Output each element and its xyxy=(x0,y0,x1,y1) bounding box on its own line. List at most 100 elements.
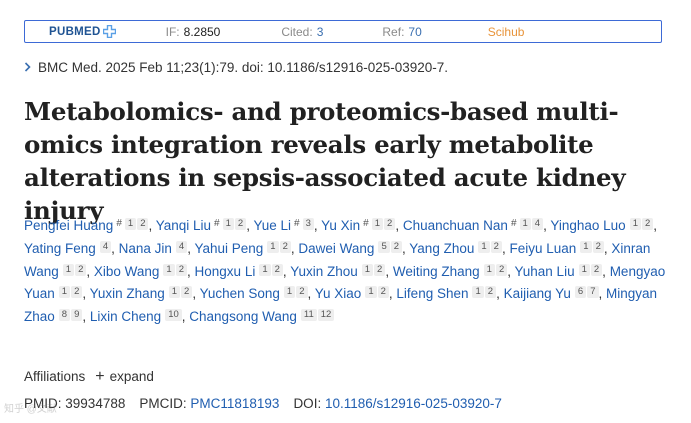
author-name-link[interactable]: Yuxin Zhou xyxy=(290,264,358,279)
affiliation-ref-badge[interactable]: 1 xyxy=(371,218,384,230)
affiliation-ref-badge[interactable]: 10 xyxy=(165,309,182,322)
author-affiliation-refs: 12 xyxy=(578,263,603,276)
author-name-link[interactable]: Weiting Zhang xyxy=(393,264,480,279)
affiliation-ref-badge[interactable]: 2 xyxy=(484,286,497,299)
author-name-link[interactable]: Dawei Wang xyxy=(298,241,374,256)
affiliation-ref-badge[interactable]: 2 xyxy=(390,240,403,253)
affiliation-ref-badge[interactable]: 2 xyxy=(75,263,87,276)
cited-count[interactable]: Cited: 3 xyxy=(281,25,323,39)
affiliation-ref-badge[interactable]: 2 xyxy=(137,218,149,230)
pubmed-logo[interactable]: PUBMED xyxy=(49,25,116,38)
author-name-link[interactable]: Yuxin Zhang xyxy=(90,286,165,301)
affiliation-ref-badge[interactable]: 2 xyxy=(181,286,193,299)
author-separator: , xyxy=(307,286,315,302)
author-item: Yahui Peng 1 2, xyxy=(194,240,298,256)
affiliation-ref-badge[interactable]: 2 xyxy=(234,218,247,230)
author-name-link[interactable]: Feiyu Luan xyxy=(509,241,576,256)
affiliation-ref-badge[interactable]: 1 xyxy=(580,240,592,253)
author-name-link[interactable]: Yating Feng xyxy=(24,241,96,256)
author-separator: , xyxy=(602,263,610,279)
author-name-link[interactable]: Chuanchuan Nan xyxy=(403,218,508,233)
author-name-link[interactable]: Yuhan Liu xyxy=(515,264,575,279)
affiliation-ref-badge[interactable]: 1 xyxy=(124,218,137,230)
author-name-link[interactable]: Lixin Cheng xyxy=(90,309,161,324)
affiliation-ref-badge[interactable]: 1 xyxy=(629,218,641,230)
author-name-link[interactable]: Yanqi Liu xyxy=(156,218,211,233)
affiliation-ref-badge[interactable]: 4 xyxy=(175,240,188,253)
affiliation-ref-badge[interactable]: 1 xyxy=(259,263,271,276)
author-name-link[interactable]: Hongxu Li xyxy=(195,264,256,279)
author-affiliation-refs: 12 xyxy=(162,263,188,276)
author-item: Yuxin Zhou 1 2, xyxy=(290,263,393,279)
chevron-right-icon[interactable] xyxy=(24,59,32,75)
affiliation-ref-badge[interactable]: 2 xyxy=(592,240,604,253)
author-separator: , xyxy=(653,218,658,233)
affiliation-ref-badge[interactable]: 1 xyxy=(361,263,374,276)
author-name-link[interactable]: Xibo Wang xyxy=(94,264,160,279)
affiliation-ref-badge[interactable]: 1 xyxy=(58,286,71,299)
author-affiliation-refs: 10 xyxy=(164,309,182,322)
author-name-link[interactable]: Pengfei Huang xyxy=(24,218,113,233)
affiliation-ref-badge[interactable]: 1 xyxy=(472,286,484,299)
author-name-link[interactable]: Nana Jin xyxy=(119,241,172,256)
affiliation-ref-badge[interactable]: 2 xyxy=(377,286,389,299)
affiliation-ref-badge[interactable]: 1 xyxy=(365,286,377,299)
affiliation-ref-badge[interactable]: 2 xyxy=(279,240,291,253)
author-item: Feiyu Luan 1 2, xyxy=(509,240,611,256)
citation-line: BMC Med. 2025 Feb 11;23(1):79. doi: 10.1… xyxy=(24,59,448,75)
affiliation-ref-badge[interactable]: 1 xyxy=(578,263,590,276)
author-name-link[interactable]: Yinghao Luo xyxy=(550,218,625,233)
author-affiliation-refs: 12 xyxy=(58,286,83,299)
ref-count[interactable]: Ref: 70 xyxy=(382,25,421,39)
affiliation-ref-badge[interactable]: 1 xyxy=(519,218,531,230)
author-name-link[interactable]: Yahui Peng xyxy=(194,241,263,256)
affiliation-ref-badge[interactable]: 1 xyxy=(168,286,181,299)
affiliation-ref-badge[interactable]: 2 xyxy=(490,240,502,253)
author-name-link[interactable]: Lifeng Shen xyxy=(396,286,468,301)
affiliations-row: Affiliations + expand xyxy=(24,369,154,385)
affiliation-ref-badge[interactable]: 11 xyxy=(300,309,317,322)
affiliation-ref-badge[interactable]: 1 xyxy=(267,240,279,253)
author-name-link[interactable]: Yu Xiao xyxy=(315,286,362,301)
affiliation-ref-badge[interactable]: 6 xyxy=(574,286,587,299)
affiliation-ref-badge[interactable]: 9 xyxy=(71,309,83,322)
affiliation-ref-badge[interactable]: 12 xyxy=(317,309,335,322)
affiliation-ref-badge[interactable]: 1 xyxy=(283,286,296,299)
expand-affiliations-button[interactable]: + expand xyxy=(95,369,154,385)
author-name-link[interactable]: Yue Li xyxy=(253,218,291,233)
affiliation-ref-badge[interactable]: 1 xyxy=(222,218,234,230)
affiliation-ref-badge[interactable]: 2 xyxy=(590,263,603,276)
author-separator: , xyxy=(598,286,607,302)
affiliation-ref-badge[interactable]: 5 xyxy=(378,240,390,253)
author-item: Dawei Wang 5 2, xyxy=(298,240,409,256)
affiliation-ref-badge[interactable]: 1 xyxy=(62,263,75,276)
author-name-link[interactable]: Changsong Wang xyxy=(189,309,297,324)
affiliation-ref-badge[interactable]: 2 xyxy=(271,263,283,276)
pmcid-link[interactable]: PMC11818193 xyxy=(190,396,279,411)
affiliation-ref-badge[interactable]: 1 xyxy=(483,263,495,276)
author-name-link[interactable]: Yang Zhou xyxy=(409,241,474,256)
affiliation-ref-badge[interactable]: 2 xyxy=(71,286,83,299)
affiliation-ref-badge[interactable]: 4 xyxy=(99,240,112,253)
affiliation-ref-badge[interactable]: 2 xyxy=(175,263,188,276)
doi-link[interactable]: 10.1186/s12916-025-03920-7 xyxy=(325,396,502,411)
affiliation-ref-badge[interactable]: 3 xyxy=(302,218,314,230)
affiliation-ref-badge[interactable]: 2 xyxy=(384,218,396,230)
scihub-link[interactable]: Scihub xyxy=(488,25,525,39)
affiliation-ref-badge[interactable]: 2 xyxy=(296,286,308,299)
affiliation-ref-badge[interactable]: 1 xyxy=(478,240,490,253)
affiliation-ref-badge[interactable]: 2 xyxy=(374,263,386,276)
author-item: Yu Xin #1 2, xyxy=(321,218,403,233)
author-separator: , xyxy=(507,263,515,279)
affiliation-ref-badge[interactable]: 7 xyxy=(587,286,599,299)
affiliation-ref-badge[interactable]: 2 xyxy=(495,263,508,276)
affiliation-ref-badge[interactable]: 2 xyxy=(641,218,654,230)
author-name-link[interactable]: Kaijiang Yu xyxy=(504,286,571,301)
author-name-link[interactable]: Yu Xin xyxy=(321,218,360,233)
author-name-link[interactable]: Yuchen Song xyxy=(200,286,280,301)
affiliation-ref-badge[interactable]: 4 xyxy=(531,218,544,230)
cited-value[interactable]: 3 xyxy=(317,25,324,39)
affiliation-ref-badge[interactable]: 1 xyxy=(163,263,175,276)
ref-value[interactable]: 70 xyxy=(408,25,421,39)
affiliation-ref-badge[interactable]: 8 xyxy=(58,309,71,322)
